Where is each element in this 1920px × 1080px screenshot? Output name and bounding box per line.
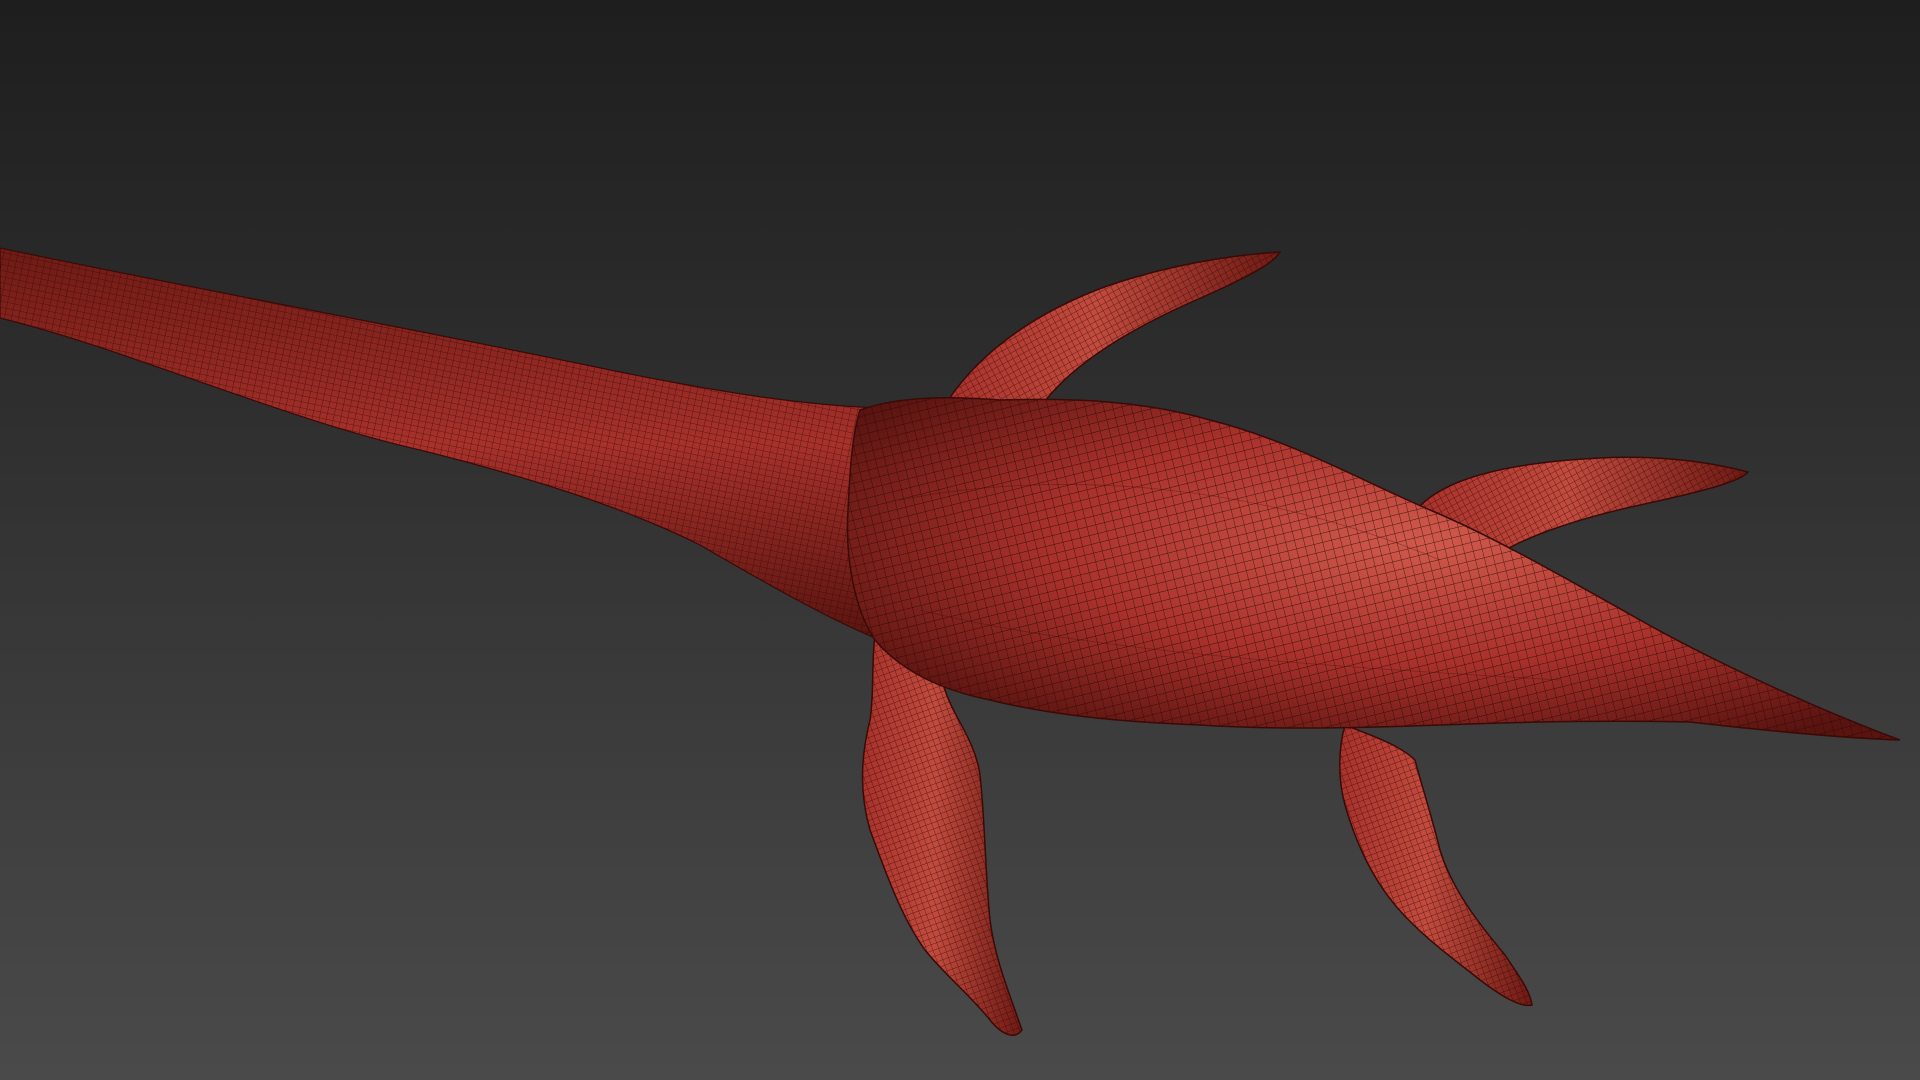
- 3d-viewport[interactable]: [0, 0, 1920, 1080]
- viewport-canvas[interactable]: [0, 0, 1920, 1080]
